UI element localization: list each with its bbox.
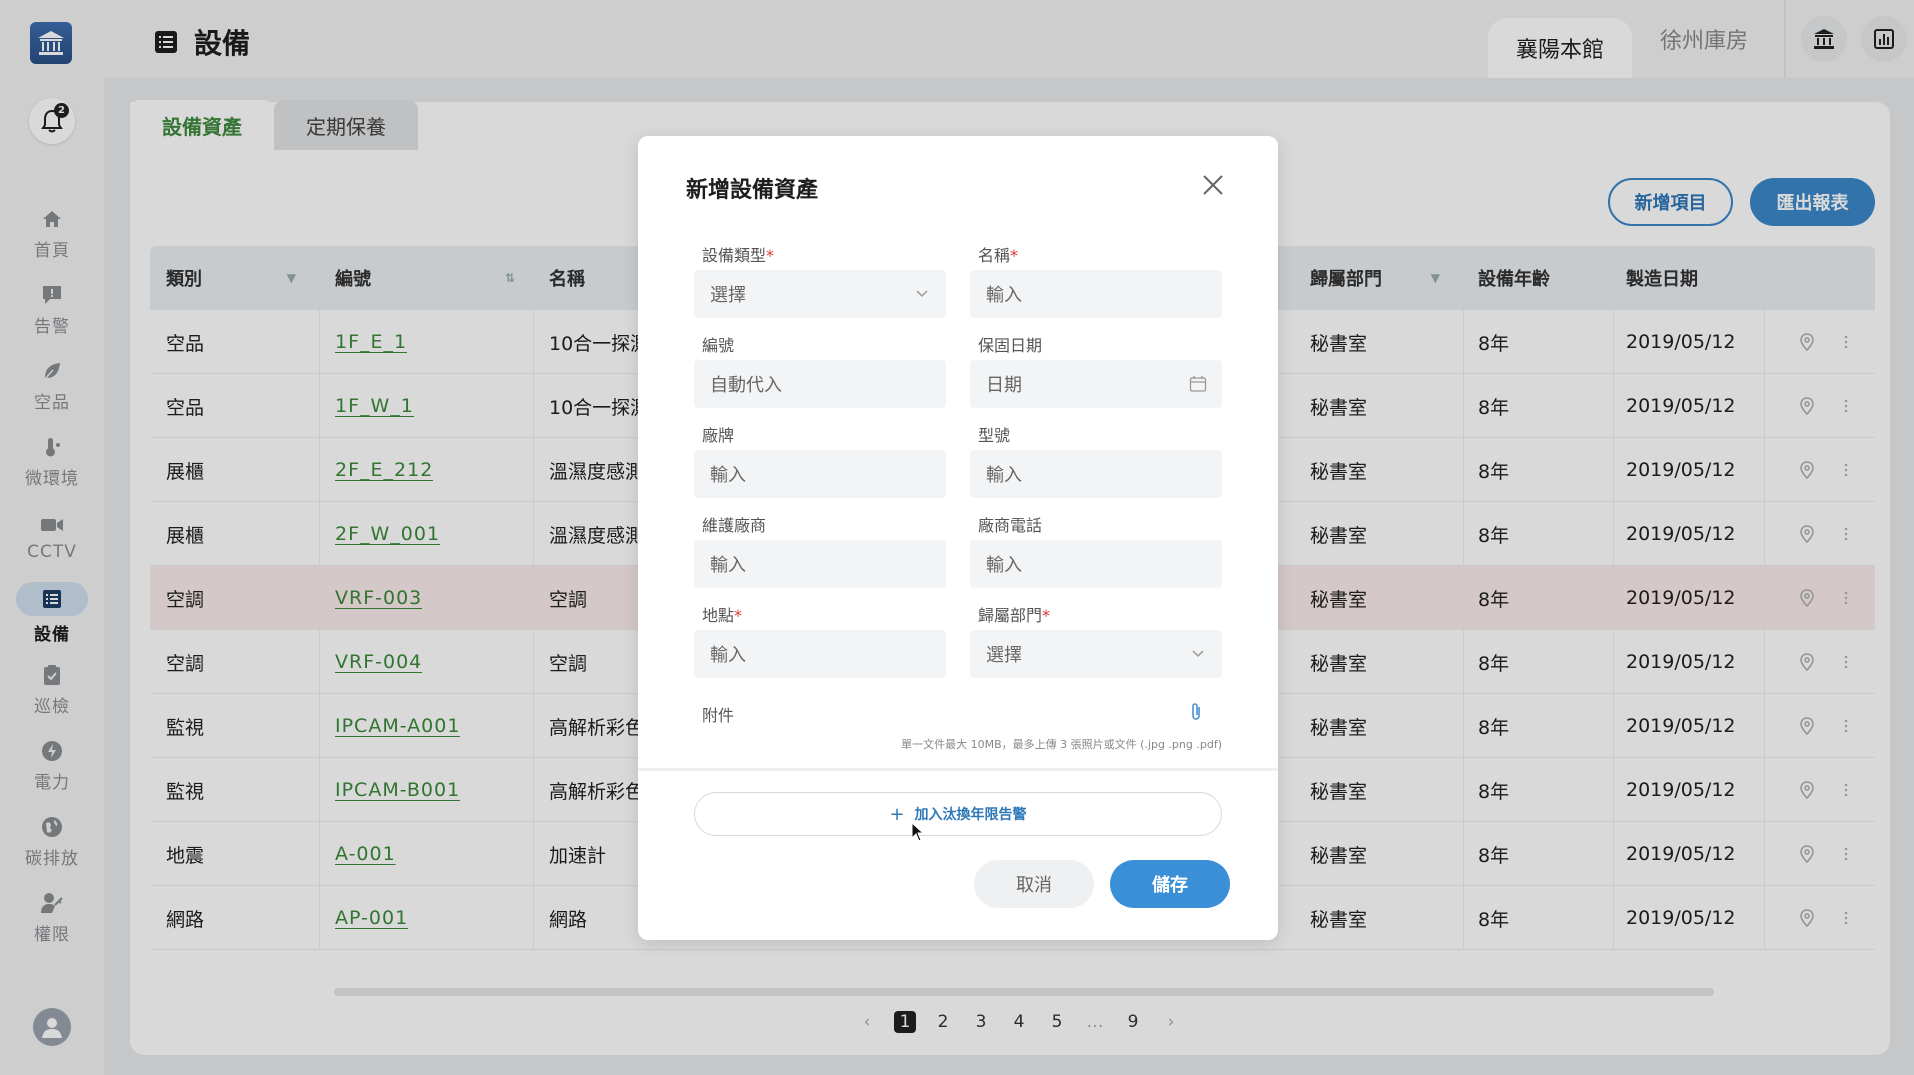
dialog-title: 新增設備資產: [686, 178, 819, 203]
field-label-vendor: 維護廠商: [702, 516, 767, 535]
chevron-down-icon: [912, 284, 932, 304]
dialog-divider: [638, 768, 1278, 771]
add-asset-dialog: 新增設備資產 設備類型* 選擇 名稱* 輸入 編號 自動代入 保固日期 日期 廠…: [638, 136, 1278, 940]
vendor-input[interactable]: 輸入: [694, 540, 946, 588]
name-input[interactable]: 輸入: [970, 270, 1222, 318]
field-label-location: 地點*: [702, 606, 743, 625]
close-icon: [1203, 175, 1223, 195]
brand-input[interactable]: 輸入: [694, 450, 946, 498]
vendor-phone-input[interactable]: 輸入: [970, 540, 1222, 588]
field-label-name: 名稱*: [978, 246, 1019, 265]
close-button[interactable]: [1198, 170, 1228, 200]
field-label-warranty: 保固日期: [978, 336, 1043, 355]
paperclip-icon[interactable]: [1190, 702, 1210, 724]
field-label-vendor-phone: 廠商電話: [978, 516, 1043, 535]
field-label-code: 編號: [702, 336, 735, 355]
field-label-type: 設備類型*: [702, 246, 775, 265]
chevron-down-icon: [1188, 644, 1208, 664]
field-label-brand: 廠牌: [702, 426, 735, 445]
location-input[interactable]: 輸入: [694, 630, 946, 678]
warranty-date-input[interactable]: 日期: [970, 360, 1222, 408]
attachment-label: 附件: [702, 706, 735, 725]
attachment-hint: 單一文件最大 10MB，最多上傳 3 張照片或文件 (.jpg .png .pd…: [901, 738, 1222, 751]
plus-icon: +: [889, 803, 905, 825]
department-select[interactable]: 選擇: [970, 630, 1222, 678]
code-input[interactable]: 自動代入: [694, 360, 946, 408]
calendar-icon[interactable]: [1188, 374, 1208, 394]
cancel-button[interactable]: 取消: [974, 860, 1094, 908]
save-button[interactable]: 儲存: [1110, 860, 1230, 908]
field-label-model: 型號: [978, 426, 1011, 445]
mouse-cursor-icon: [911, 822, 925, 842]
equipment-type-select[interactable]: 選擇: [694, 270, 946, 318]
model-input[interactable]: 輸入: [970, 450, 1222, 498]
field-label-dept: 歸屬部門*: [978, 606, 1051, 625]
add-replacement-alert-button[interactable]: + 加入汰換年限告警: [694, 792, 1222, 836]
